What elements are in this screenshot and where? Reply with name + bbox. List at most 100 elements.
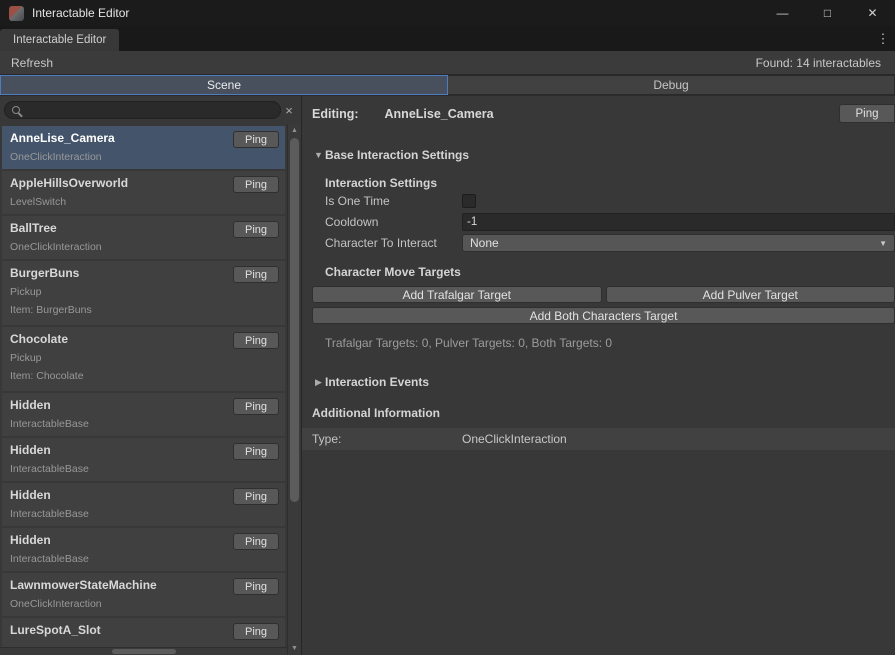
ping-button[interactable]: Ping xyxy=(233,176,279,193)
foldout-interaction-events[interactable]: ▶ Interaction Events xyxy=(312,375,429,389)
search-icon xyxy=(12,106,20,114)
is-one-time-checkbox[interactable] xyxy=(462,194,476,208)
search-row: × xyxy=(0,96,301,124)
cooldown-input[interactable] xyxy=(462,213,895,231)
horizontal-scrollbar[interactable] xyxy=(0,647,287,655)
interactable-list: AnneLise_Camera OneClickInteraction Ping… xyxy=(0,124,287,647)
list-item-subtitle: OneClickInteraction xyxy=(10,151,277,163)
foldout-open-icon: ▼ xyxy=(312,150,325,160)
list-item-subtitle: OneClickInteraction xyxy=(10,598,277,610)
cooldown-row: Cooldown xyxy=(312,212,895,232)
list-body: AnneLise_Camera OneClickInteraction Ping… xyxy=(0,124,301,655)
doc-tab-bar: Interactable Editor ⋮ xyxy=(0,26,895,51)
window-controls: — □ ✕ xyxy=(760,0,895,26)
search-input[interactable] xyxy=(25,104,273,116)
type-label: Type: xyxy=(312,432,462,446)
app-icon xyxy=(9,6,24,21)
tab-interactable-editor[interactable]: Interactable Editor xyxy=(0,29,119,51)
list-item[interactable]: LureSpotA_Slot Ping xyxy=(2,618,285,647)
character-move-targets-header: Character Move Targets xyxy=(312,265,895,279)
ping-button[interactable]: Ping xyxy=(233,332,279,349)
list-item[interactable]: Chocolate Pickup Item: Chocolate Ping xyxy=(2,327,285,391)
content: × AnneLise_Camera OneClickInteraction Pi… xyxy=(0,96,895,655)
ping-button[interactable]: Ping xyxy=(233,443,279,460)
foldout-label: Base Interaction Settings xyxy=(325,148,469,162)
add-trafalgar-target-button[interactable]: Add Trafalgar Target xyxy=(312,286,602,303)
interaction-settings-header: Interaction Settings xyxy=(312,176,895,190)
list-item[interactable]: AppleHillsOverworld LevelSwitch Ping xyxy=(2,171,285,214)
list-item[interactable]: AnneLise_Camera OneClickInteraction Ping xyxy=(2,126,285,169)
ping-button[interactable]: Ping xyxy=(233,488,279,505)
list-item-subtitle: Item: BurgerBuns xyxy=(10,304,277,316)
editing-value: AnneLise_Camera xyxy=(385,107,494,121)
list-item[interactable]: LawnmowerStateMachine OneClickInteractio… xyxy=(2,573,285,616)
tab-debug[interactable]: Debug xyxy=(448,75,895,95)
add-both-characters-target-button[interactable]: Add Both Characters Target xyxy=(312,307,895,324)
tab-scene[interactable]: Scene xyxy=(0,75,448,95)
cooldown-label: Cooldown xyxy=(325,215,462,229)
refresh-button[interactable]: Refresh xyxy=(0,51,64,74)
titlebar: Interactable Editor — □ ✕ xyxy=(0,0,895,26)
targets-summary: Trafalgar Targets: 0, Pulver Targets: 0,… xyxy=(312,336,895,350)
list-item-subtitle: Pickup xyxy=(10,286,277,298)
foldout-base-interaction-settings[interactable]: ▼ Base Interaction Settings xyxy=(312,148,469,162)
ping-button[interactable]: Ping xyxy=(233,533,279,550)
ping-button[interactable]: Ping xyxy=(233,623,279,640)
list-item[interactable]: Hidden InteractableBase Ping xyxy=(2,438,285,481)
ping-button[interactable]: Ping xyxy=(839,104,895,123)
target-buttons-row: Add Trafalgar Target Add Pulver Target xyxy=(312,286,895,303)
vertical-scrollbar-track[interactable] xyxy=(288,137,301,642)
list-item-subtitle: OneClickInteraction xyxy=(10,241,277,253)
vertical-scrollbar-thumb[interactable] xyxy=(290,138,299,502)
add-pulver-target-button[interactable]: Add Pulver Target xyxy=(606,286,895,303)
list-item-subtitle: Pickup xyxy=(10,352,277,364)
view-tabs: Scene Debug xyxy=(0,75,895,96)
ping-button[interactable]: Ping xyxy=(233,266,279,283)
type-row: Type: OneClickInteraction xyxy=(302,428,895,450)
ping-button[interactable]: Ping xyxy=(233,131,279,148)
scroll-down-icon[interactable]: ▼ xyxy=(288,642,301,655)
chevron-down-icon: ▼ xyxy=(879,239,887,248)
is-one-time-row: Is One Time xyxy=(312,191,895,211)
inspector-panel: Editing: AnneLise_Camera Ping ▼ Base Int… xyxy=(302,96,895,655)
list-item[interactable]: Hidden InteractableBase Ping xyxy=(2,483,285,526)
character-to-interact-label: Character To Interact xyxy=(325,236,462,250)
character-to-interact-row: Character To Interact None ▼ xyxy=(312,233,895,253)
type-value: OneClickInteraction xyxy=(462,432,567,446)
list-item-subtitle: Item: Chocolate xyxy=(10,370,277,382)
scene-list-panel: × AnneLise_Camera OneClickInteraction Pi… xyxy=(0,96,302,655)
editing-label: Editing: xyxy=(312,107,359,121)
foldout-label: Interaction Events xyxy=(325,375,429,389)
scroll-up-icon[interactable]: ▲ xyxy=(288,124,301,137)
kebab-menu-icon[interactable]: ⋮ xyxy=(876,31,890,47)
list-item[interactable]: BallTree OneClickInteraction Ping xyxy=(2,216,285,259)
list-column: AnneLise_Camera OneClickInteraction Ping… xyxy=(0,124,287,655)
additional-information-header: Additional Information xyxy=(312,406,895,420)
list-item-subtitle: LevelSwitch xyxy=(10,196,277,208)
dropdown-value: None xyxy=(470,236,499,250)
maximize-button[interactable]: □ xyxy=(805,0,850,26)
list-item[interactable]: Hidden InteractableBase Ping xyxy=(2,528,285,571)
character-to-interact-dropdown[interactable]: None ▼ xyxy=(462,234,895,252)
horizontal-scrollbar-thumb[interactable] xyxy=(112,649,176,654)
list-item[interactable]: Hidden InteractableBase Ping xyxy=(2,393,285,436)
search-field[interactable] xyxy=(4,101,281,119)
list-item-subtitle: InteractableBase xyxy=(10,418,277,430)
editing-row: Editing: AnneLise_Camera Ping xyxy=(312,104,895,124)
ping-button[interactable]: Ping xyxy=(233,221,279,238)
list-item-subtitle: InteractableBase xyxy=(10,553,277,565)
close-button[interactable]: ✕ xyxy=(850,0,895,26)
ping-button[interactable]: Ping xyxy=(233,398,279,415)
minimize-button[interactable]: — xyxy=(760,0,805,26)
vertical-scrollbar[interactable]: ▲ ▼ xyxy=(287,124,301,655)
ping-button[interactable]: Ping xyxy=(233,578,279,595)
toolbar: Refresh Found: 14 interactables xyxy=(0,51,895,75)
found-count-label: Found: 14 interactables xyxy=(756,56,895,70)
list-item[interactable]: BurgerBuns Pickup Item: BurgerBuns Ping xyxy=(2,261,285,325)
clear-search-button[interactable]: × xyxy=(281,103,297,118)
interactable-editor-window: Interactable Editor — □ ✕ Interactable E… xyxy=(0,0,895,655)
window-title: Interactable Editor xyxy=(32,6,129,20)
foldout-closed-icon: ▶ xyxy=(312,377,325,388)
is-one-time-label: Is One Time xyxy=(325,194,462,208)
list-item-subtitle: InteractableBase xyxy=(10,463,277,475)
